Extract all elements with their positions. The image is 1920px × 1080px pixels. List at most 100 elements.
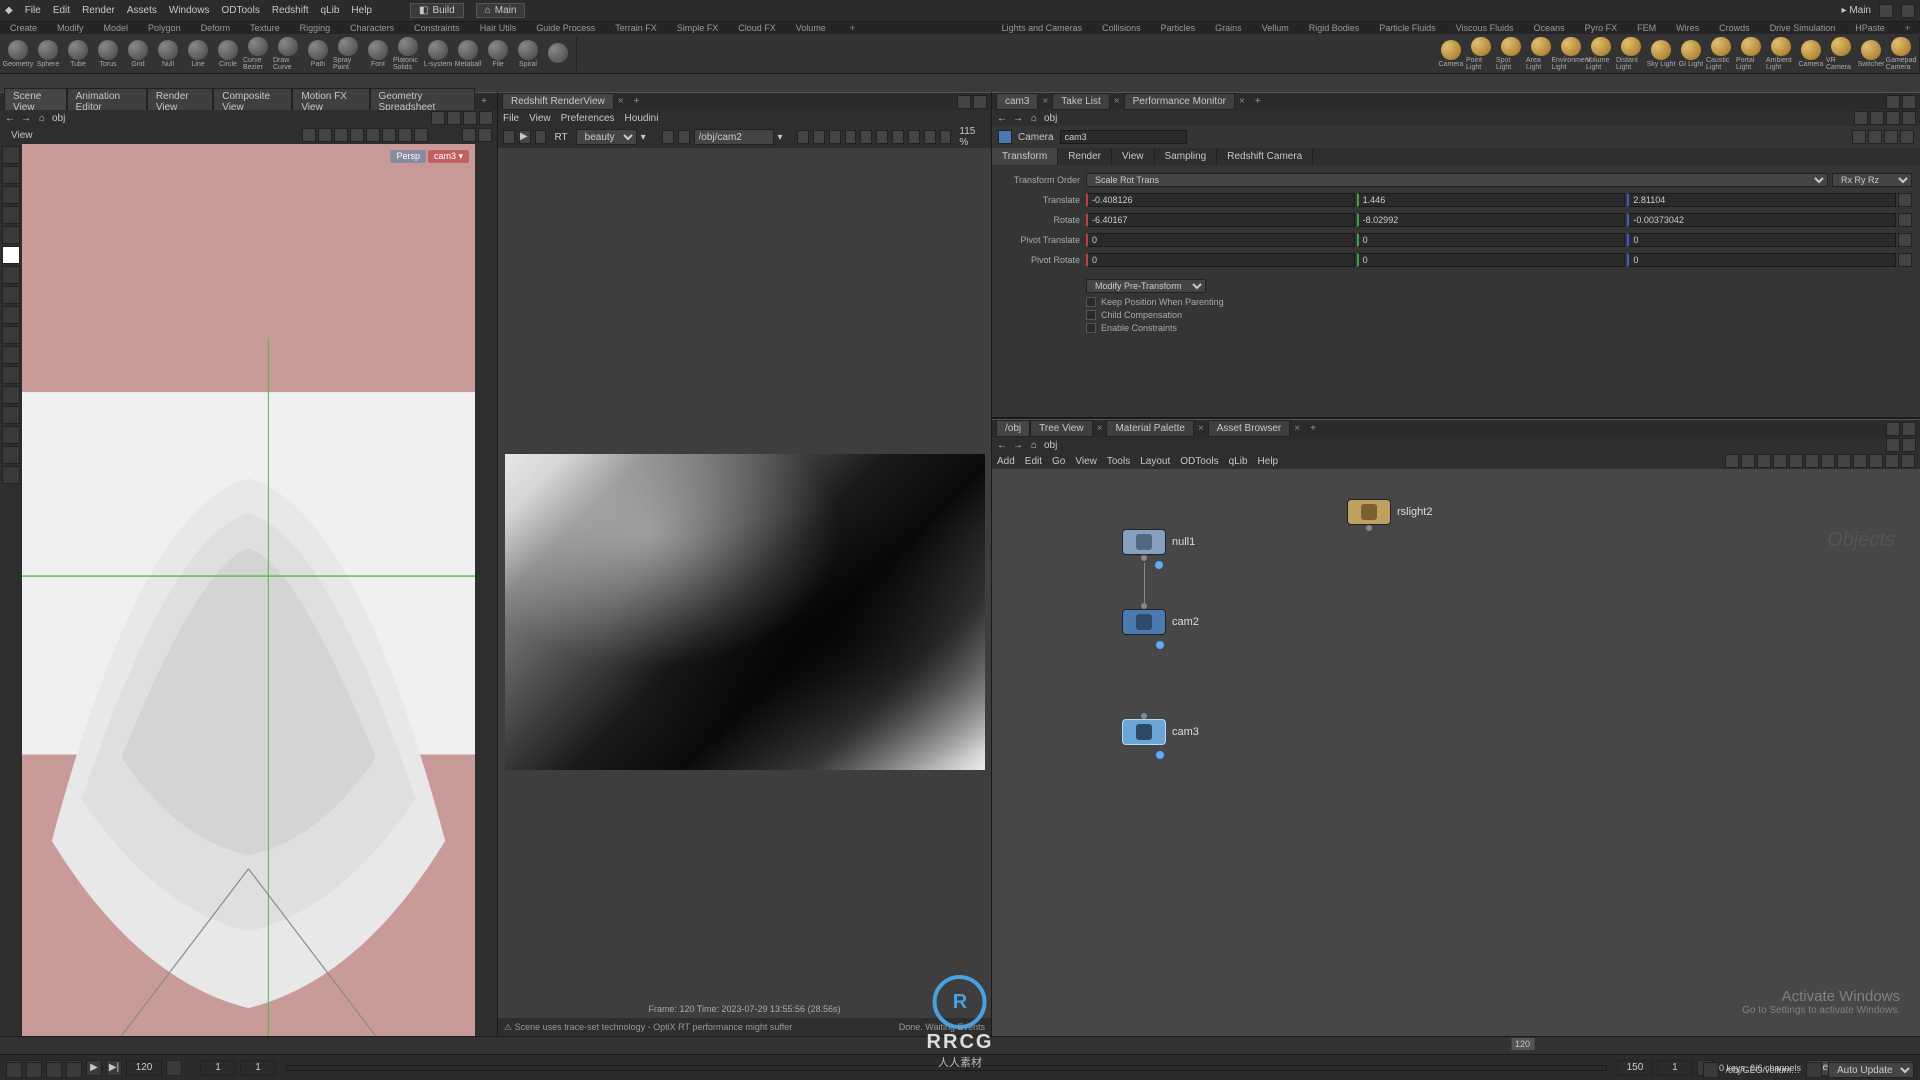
shelf-item[interactable]: Font — [363, 37, 393, 71]
last-frame-icon[interactable]: ▶| — [106, 1060, 122, 1076]
tool-icon[interactable] — [860, 130, 872, 144]
add-tab-icon[interactable]: + — [475, 96, 493, 107]
start-frame-input2[interactable] — [240, 1060, 276, 1076]
tab-perf-monitor[interactable]: Performance Monitor — [1124, 93, 1235, 110]
menu-icon[interactable] — [1898, 193, 1912, 207]
close-icon[interactable]: × — [1235, 96, 1249, 107]
viewport-persp-badge[interactable]: Persp — [390, 150, 426, 163]
back-icon[interactable]: ← — [996, 112, 1008, 124]
net-menu-view[interactable]: View — [1075, 456, 1097, 467]
shelf-item[interactable] — [543, 37, 573, 71]
tool-icon[interactable] — [908, 130, 920, 144]
shelf-item[interactable]: Path — [303, 37, 333, 71]
vp-snapshot-icon[interactable] — [398, 128, 412, 142]
shelf-item[interactable]: Distant Light — [1616, 37, 1646, 71]
vp-layout-icon[interactable] — [462, 128, 476, 142]
rotate-tool-icon[interactable] — [2, 206, 20, 224]
shelf-item[interactable]: Gamepad Camera — [1886, 37, 1916, 71]
current-frame-marker[interactable]: 120 — [1510, 1037, 1535, 1051]
rsview-menu-view[interactable]: View — [529, 113, 551, 124]
net-menu-tools[interactable]: Tools — [1107, 456, 1130, 467]
help-icon[interactable] — [1902, 111, 1916, 125]
rotate-y[interactable] — [1357, 213, 1626, 227]
tool-icon[interactable] — [940, 130, 952, 144]
shelf-item[interactable]: Sky Light — [1646, 37, 1676, 71]
tool-icon[interactable] — [2, 366, 20, 384]
shelf-item[interactable]: Sphere — [33, 37, 63, 71]
shelf-tab[interactable]: Simple FX — [672, 21, 724, 35]
shelf-tab-r[interactable]: Vellum — [1257, 21, 1294, 35]
shelf-tab-r[interactable]: Crowds — [1714, 21, 1755, 35]
filter-icon[interactable] — [1852, 130, 1866, 144]
crop-icon[interactable] — [678, 130, 690, 144]
menu-help[interactable]: Help — [351, 5, 372, 16]
pane-max-icon[interactable] — [1902, 95, 1916, 109]
scene-path[interactable]: obj — [52, 113, 65, 124]
pane-menu-icon[interactable] — [479, 111, 493, 125]
info-icon[interactable] — [1901, 4, 1915, 18]
pane-menu-icon[interactable] — [1886, 422, 1900, 436]
lock-icon[interactable] — [662, 130, 674, 144]
network-canvas[interactable]: Objects rslight2 null1 cam2 — [992, 469, 1920, 1036]
help-icon[interactable] — [1900, 130, 1914, 144]
net-menu-edit[interactable]: Edit — [1025, 456, 1042, 467]
cook-indicator-icon[interactable] — [1703, 1062, 1719, 1078]
home-icon[interactable]: ⌂ — [1028, 112, 1040, 124]
fwd-icon[interactable]: → — [20, 112, 32, 124]
net-tool-icon[interactable] — [1773, 454, 1787, 468]
rsview-menu-file[interactable]: File — [503, 113, 519, 124]
shelf-tab[interactable]: Modify — [52, 21, 89, 35]
add-tab-icon[interactable]: + — [628, 96, 646, 107]
end-frame-input2[interactable] — [1657, 1060, 1693, 1076]
vp-tool-icon[interactable] — [302, 128, 316, 142]
audio-icon[interactable] — [66, 1062, 82, 1078]
shelf-tab-r[interactable]: Collisions — [1097, 21, 1146, 35]
shelf-item[interactable]: Circle — [213, 37, 243, 71]
node-null1[interactable]: null1 — [1122, 529, 1195, 555]
menu-redshift[interactable]: Redshift — [272, 5, 309, 16]
gear-icon[interactable] — [1854, 111, 1868, 125]
render-icon[interactable] — [503, 130, 515, 144]
net-tool-icon[interactable] — [1885, 454, 1899, 468]
vp-tool-icon[interactable] — [318, 128, 332, 142]
home-icon[interactable]: ⌂ — [1028, 439, 1040, 451]
pivot-r-z[interactable] — [1627, 253, 1896, 267]
desktop-selector[interactable]: ⌂ Main — [476, 3, 526, 18]
vp-tool-icon[interactable] — [382, 128, 396, 142]
timeline-track[interactable]: 120 — [0, 1037, 1920, 1055]
tool-icon[interactable] — [845, 130, 857, 144]
tab-cam3[interactable]: cam3 — [996, 93, 1038, 110]
node-name-input[interactable] — [1060, 130, 1187, 144]
shelf-tab[interactable]: Hair Utils — [475, 21, 522, 35]
shelf-item[interactable]: Portal Light — [1736, 37, 1766, 71]
tool-icon[interactable] — [2, 426, 20, 444]
check-child-comp[interactable]: Child Compensation — [1000, 310, 1912, 320]
lock-icon[interactable] — [2, 266, 20, 284]
shelf-tab[interactable]: Cloud FX — [733, 21, 781, 35]
view-menu[interactable]: View — [5, 130, 39, 141]
tool-icon[interactable] — [2, 386, 20, 404]
translate-z[interactable] — [1627, 193, 1896, 207]
tool-icon[interactable] — [2, 466, 20, 484]
net-tool-icon[interactable] — [1901, 454, 1915, 468]
shelf-item[interactable]: Metaball — [453, 37, 483, 71]
tab-view[interactable]: View — [1112, 148, 1155, 165]
shelf-tab[interactable]: Terrain FX — [610, 21, 662, 35]
tab-transform[interactable]: Transform — [992, 148, 1058, 165]
stop-icon[interactable] — [535, 130, 547, 144]
vp-help-icon[interactable] — [478, 128, 492, 142]
shelf-item[interactable]: Point Light — [1466, 37, 1496, 71]
shelf-item[interactable]: Caustic Light — [1706, 37, 1736, 71]
shelf-tab[interactable]: Rigging — [295, 21, 336, 35]
net-menu-add[interactable]: Add — [997, 456, 1015, 467]
build-desktop-button[interactable]: ◧ Build — [410, 3, 464, 18]
rot-order-select[interactable]: Rx Ry Rz — [1832, 173, 1912, 187]
pivot-r-y[interactable] — [1357, 253, 1626, 267]
net-tool-icon[interactable] — [1789, 454, 1803, 468]
search-icon[interactable] — [1886, 111, 1900, 125]
shelf-add-icon[interactable]: + — [845, 21, 860, 35]
shelf-tab[interactable]: Deform — [196, 21, 236, 35]
net-tool-icon[interactable] — [1869, 454, 1883, 468]
net-menu-qlib[interactable]: qLib — [1229, 456, 1248, 467]
search-icon[interactable] — [447, 111, 461, 125]
